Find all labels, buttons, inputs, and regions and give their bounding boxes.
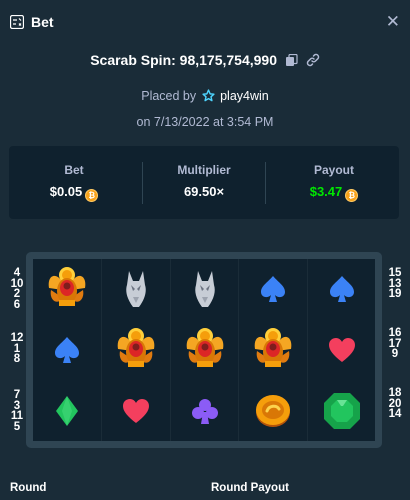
payline-number: 7 xyxy=(13,389,21,401)
payline-number: 4 xyxy=(13,267,21,279)
slot-board xyxy=(33,259,375,441)
stat-payout-value: $3.47 xyxy=(309,184,343,199)
round-payout-label: Round Payout xyxy=(211,482,289,494)
spade-icon xyxy=(308,259,376,319)
reel-column xyxy=(33,259,101,441)
stat-payout-label: Payout xyxy=(313,163,354,177)
emerald-icon xyxy=(308,381,376,441)
wolf-icon xyxy=(171,259,239,319)
bet-stats-panel: Bet $0.05 ₿ Multiplier 69.50× Payout $3.4… xyxy=(9,146,399,219)
stat-bet-label: Bet xyxy=(64,163,84,177)
payline-group-left-top: 4 10 2 6 xyxy=(10,268,24,310)
diamond-icon xyxy=(33,381,101,441)
modal-title: Bet xyxy=(31,14,54,30)
stat-multiplier-value: 69.50× xyxy=(183,184,225,199)
placed-by-line: Placed by play4win xyxy=(0,89,410,103)
payline-number: 5 xyxy=(13,420,21,433)
stat-multiplier-label: Multiplier xyxy=(177,163,231,177)
payline-number: 16 xyxy=(388,327,402,339)
stat-bet-value-wrap: $0.05 ₿ xyxy=(9,184,139,202)
slot-board-frame xyxy=(26,252,382,448)
copy-icon[interactable] xyxy=(285,53,298,67)
payline-number: 8 xyxy=(13,353,21,365)
link-icon[interactable] xyxy=(306,53,320,67)
spin-id-line: Scarab Spin: 98,175,754,990 xyxy=(0,52,410,68)
payline-number: 9 xyxy=(391,348,399,360)
stat-multiplier: Multiplier 69.50× xyxy=(139,146,269,219)
stat-bet: Bet $0.05 ₿ xyxy=(9,146,139,219)
reel-column xyxy=(238,259,307,441)
club-icon xyxy=(171,381,239,441)
scarab-icon xyxy=(171,320,239,380)
payline-group-right-top: 15 13 19 xyxy=(386,268,404,300)
payline-group-left-bottom: 7 3 11 5 xyxy=(10,390,24,432)
scarab-icon xyxy=(102,320,170,380)
spade-icon xyxy=(33,320,101,380)
wolf-icon xyxy=(102,259,170,319)
reel-column xyxy=(306,259,376,441)
payline-group-right-bottom: 18 20 14 xyxy=(386,388,404,420)
heart-icon xyxy=(308,320,376,380)
star-icon xyxy=(202,89,215,102)
round-label: Round xyxy=(10,482,47,494)
stat-bet-value: $0.05 xyxy=(49,184,83,199)
reel-column xyxy=(101,259,170,441)
payline-number: 14 xyxy=(388,408,402,420)
spade-icon xyxy=(239,259,307,319)
bet-receipt-icon xyxy=(10,15,24,29)
coin-icon xyxy=(239,381,307,441)
bitcoin-icon: ₿ xyxy=(85,189,99,202)
bet-date: on 7/13/2022 at 3:54 PM xyxy=(136,115,274,129)
username-link[interactable]: play4win xyxy=(220,89,269,103)
placed-by-label: Placed by xyxy=(141,89,197,103)
payline-number: 15 xyxy=(388,267,402,279)
reel-column xyxy=(169,259,239,441)
payline-number: 18 xyxy=(388,387,402,399)
payline-number: 11 xyxy=(10,410,24,422)
bitcoin-icon: ₿ xyxy=(345,189,359,202)
divider xyxy=(265,162,266,204)
payline-group-right-mid: 16 17 9 xyxy=(386,328,404,360)
modal-header: Bet ✕ xyxy=(0,0,410,44)
stat-payout-value-wrap: $3.47 ₿ xyxy=(269,184,399,202)
payline-number: 19 xyxy=(388,288,402,300)
payline-number: 6 xyxy=(13,298,21,311)
spin-id-label: Scarab Spin: 98,175,754,990 xyxy=(90,52,277,68)
payline-group-left-mid: 12 1 8 xyxy=(10,333,24,365)
payline-number: 12 xyxy=(10,332,24,344)
scarab-icon xyxy=(33,259,101,319)
payline-number: 2 xyxy=(13,288,21,300)
close-icon[interactable]: ✕ xyxy=(386,12,400,32)
scarab-icon xyxy=(239,320,307,380)
heart-icon xyxy=(102,381,170,441)
stat-payout: Payout $3.47 ₿ xyxy=(269,146,399,219)
